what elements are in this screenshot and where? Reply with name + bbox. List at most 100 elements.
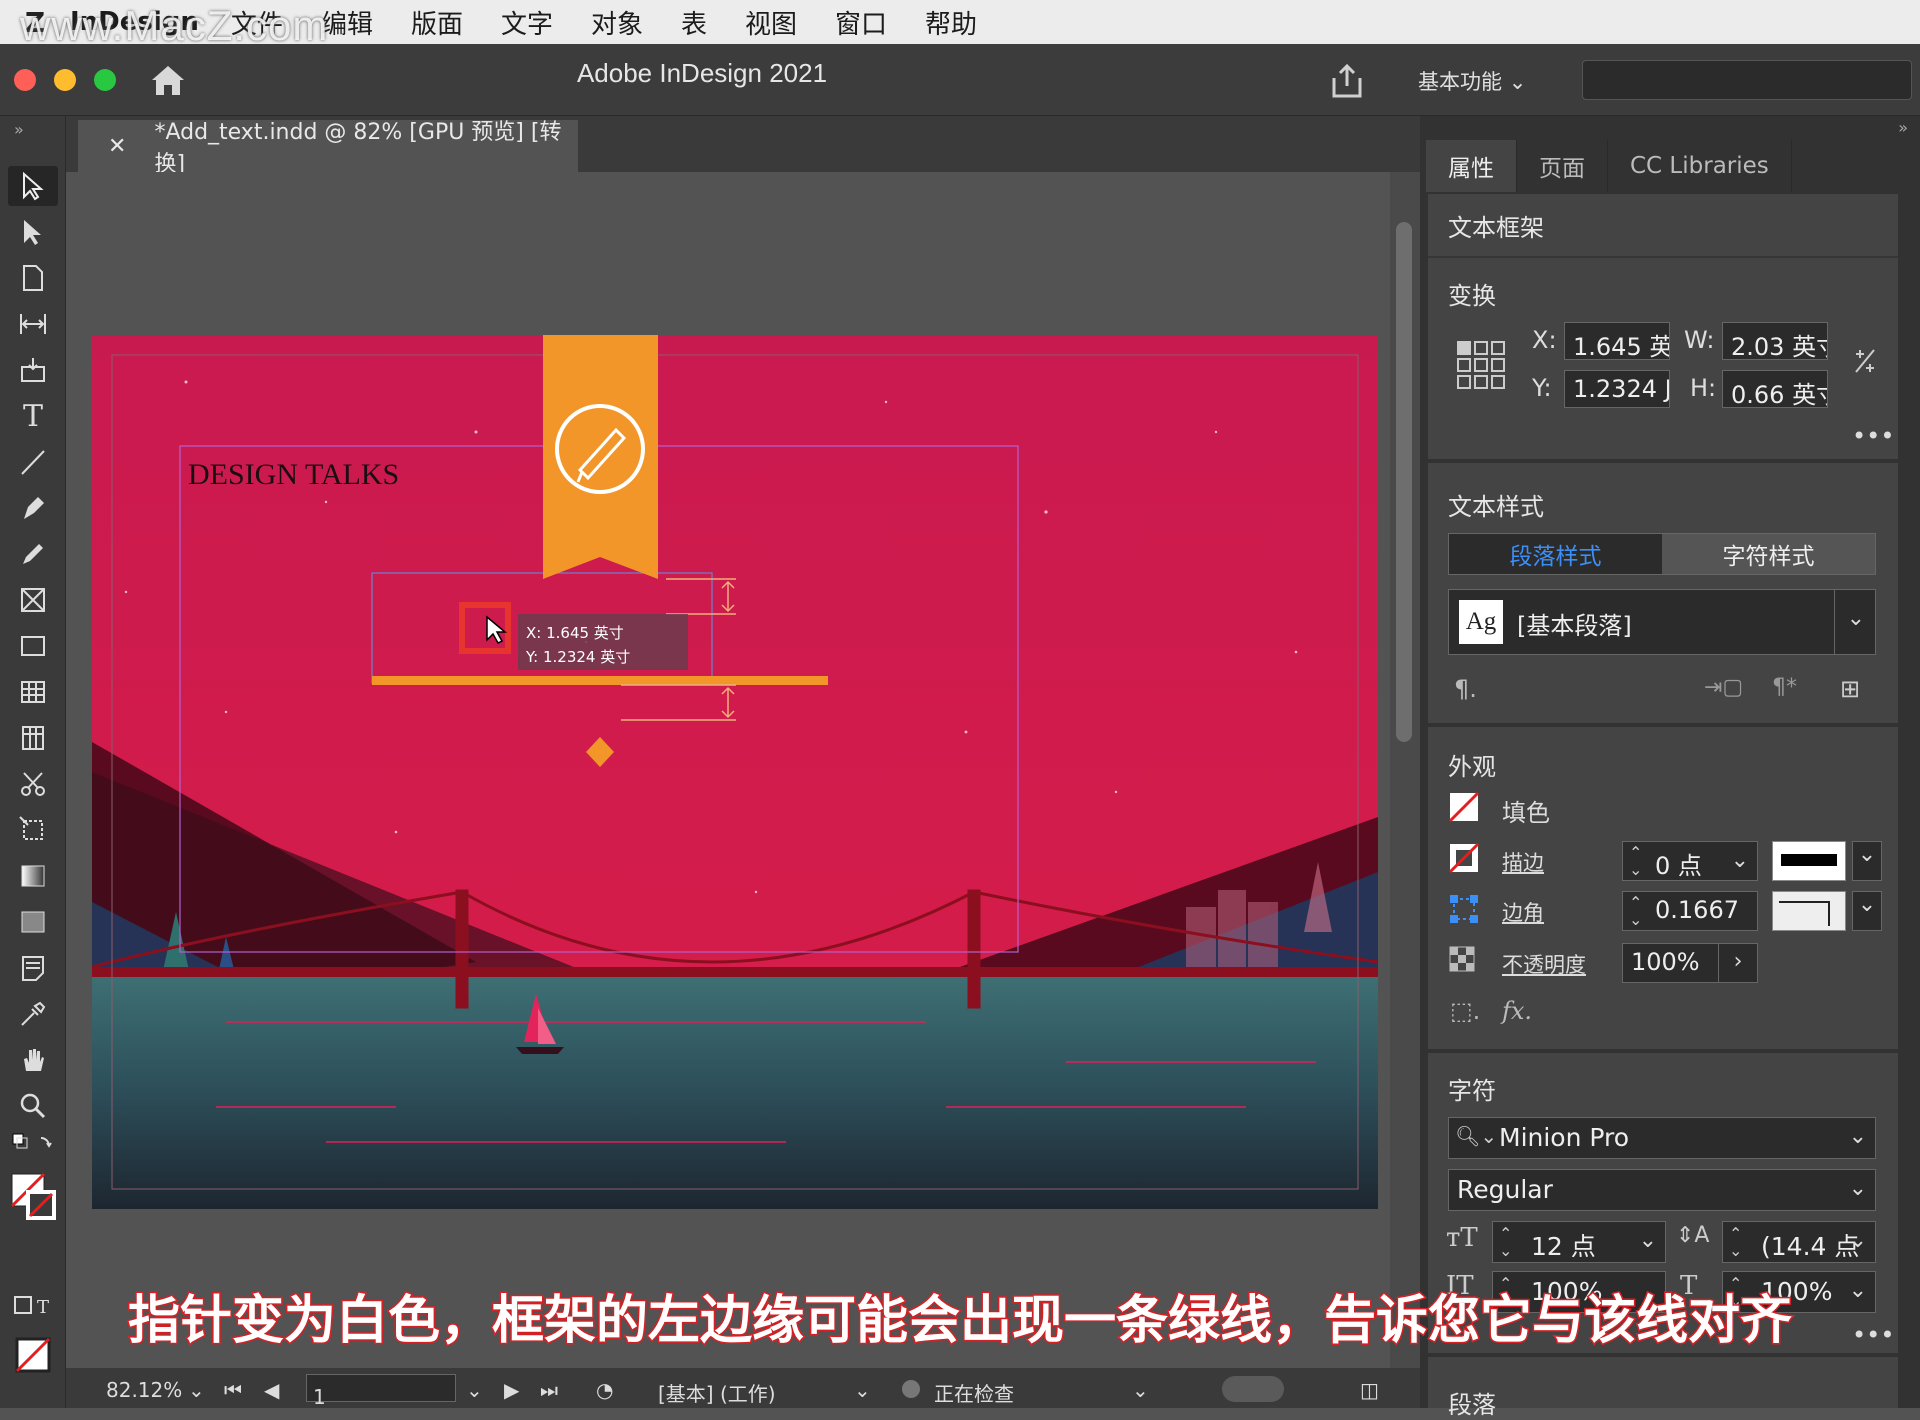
x-position-field[interactable]: 1.645 英 [1564,322,1670,360]
corner-shape-dropdown[interactable] [1772,891,1846,931]
tab-properties[interactable]: 属性 [1426,140,1517,192]
rectangle-frame-tool-icon[interactable] [8,580,58,620]
fill-stroke-swatch-icon[interactable] [8,1168,58,1228]
document-tab[interactable]: ✕ *Add_text.indd @ 82% [GPU 预览] [转换] [78,120,578,177]
type-tool-icon[interactable]: T [8,396,58,436]
fill-label[interactable]: 填色 [1502,793,1550,828]
menu-item-view[interactable]: 视图 [745,4,797,41]
new-style-icon[interactable]: ⊞ [1840,675,1860,703]
tab-pages[interactable]: 页面 [1517,140,1608,192]
first-page-icon[interactable]: ⏮ [224,1378,242,1402]
direct-selection-tool-icon[interactable] [8,212,58,252]
page-number-field[interactable]: 1 [306,1374,456,1409]
stepper-icon[interactable]: ⌃ ⌄ [1629,844,1642,878]
paragraph-mark-icon[interactable]: ¶. [1454,675,1477,703]
scissors-tool-icon[interactable] [8,764,58,804]
line-tool-icon[interactable] [8,442,58,482]
collapse-toolbar-icon[interactable]: » [14,120,24,139]
page-dropdown-icon[interactable]: ⌄ [466,1378,483,1402]
fx-button[interactable]: fx. [1502,997,1532,1025]
pen-tool-icon[interactable] [8,488,58,528]
preflight-dropdown-icon[interactable]: ⌄ [1132,1378,1149,1402]
reference-point-icon[interactable] [1456,340,1506,390]
stroke-swatch-icon[interactable] [1448,842,1480,874]
close-tab-icon[interactable]: ✕ [108,134,126,159]
collapse-panel-icon[interactable]: » [1898,118,1908,137]
load-styles-icon[interactable]: ⇥▢ [1704,675,1743,700]
font-size-field[interactable]: ⌃ ⌄ 12 点 ⌄ [1492,1221,1666,1263]
horizontal-scroll-thumb[interactable] [1222,1376,1284,1402]
gap-tool-icon[interactable] [8,304,58,344]
split-view-icon[interactable]: ◫ [1360,1378,1379,1402]
clear-overrides-icon[interactable]: ¶* [1772,675,1797,700]
chevron-right-icon[interactable]: › [1718,943,1758,983]
chevron-down-icon[interactable]: ⌄ [1852,891,1882,931]
share-icon[interactable] [1330,62,1364,100]
stroke-label[interactable]: 描边 [1502,847,1544,877]
chevron-down-icon[interactable]: ⌄ [1731,848,1749,873]
scrollbar-thumb[interactable] [1396,222,1412,742]
paragraph-style-dropdown[interactable]: Ag [基本段落] ⌄ [1448,589,1876,655]
content-collector-icon[interactable] [8,350,58,390]
constrain-proportions-icon[interactable] [1852,346,1878,376]
font-style-dropdown[interactable]: Regular ⌄ [1448,1169,1876,1211]
height-field[interactable]: 0.66 英寸 [1722,370,1828,408]
corner-options-icon[interactable] [1448,893,1480,925]
stroke-weight-field[interactable]: ⌃ ⌄ 0 点 ⌄ [1622,841,1758,881]
y-position-field[interactable]: 1.2324 J [1564,370,1670,408]
object-effects-icon[interactable]: ⬚. [1450,997,1480,1025]
chevron-down-icon[interactable]: ⌄ [1852,841,1882,881]
pencil-tool-icon[interactable] [8,534,58,574]
poster-headline[interactable]: DESIGN TALKS [188,458,399,491]
menu-item-help[interactable]: 帮助 [925,4,977,41]
stepper-icon[interactable]: ⌃ ⌄ [1499,1225,1512,1259]
menu-item-edit[interactable]: 编辑 [321,4,373,41]
width-field[interactable]: 2.03 英寸 [1722,322,1828,360]
last-page-icon[interactable]: ⏭ [540,1378,558,1402]
menu-item-object[interactable]: 对象 [591,4,643,41]
menu-item-window[interactable]: 窗口 [835,4,887,41]
workspace-switcher[interactable]: 基本功能 ⌄ [1418,66,1526,96]
title-text-frame[interactable]: DESIGN TALKS [188,458,399,491]
tab-cc-libraries[interactable]: CC Libraries [1608,140,1792,192]
document-canvas[interactable]: DESIGN TALKS X: 1.645 英寸 Y: 1.2324 英寸 [66,172,1390,1368]
previous-page-icon[interactable]: ◀ [264,1378,279,1402]
grid-tool-icon[interactable] [8,718,58,758]
artboard[interactable]: DESIGN TALKS X: 1.645 英寸 Y: 1.2324 英寸 [66,172,1390,1368]
next-page-icon[interactable]: ▶ [504,1378,519,1402]
rectangle-tool-icon[interactable] [8,626,58,666]
opacity-label[interactable]: 不透明度 [1502,949,1586,979]
gradient-feather-tool-icon[interactable] [8,902,58,942]
gradient-swatch-tool-icon[interactable] [8,856,58,896]
more-options-icon[interactable]: ••• [1852,422,1894,450]
master-label[interactable]: [基本] (工作) [658,1378,776,1407]
table-tool-icon[interactable] [8,672,58,712]
hand-tool-icon[interactable] [8,1040,58,1080]
note-tool-icon[interactable] [8,948,58,988]
eyedropper-tool-icon[interactable] [8,994,58,1034]
character-styles-tab[interactable]: 字符样式 [1662,534,1875,574]
page-icon[interactable]: ◔ [596,1378,613,1402]
search-input[interactable] [1582,60,1912,100]
preflight-label[interactable]: 正在检查 [934,1378,1014,1407]
corner-label[interactable]: 边角 [1502,897,1544,927]
stepper-icon[interactable]: ⌃ ⌄ [1629,894,1642,928]
font-family-dropdown[interactable]: 🔍︎⌄ Minion Pro ⌄ [1448,1117,1876,1159]
zoom-level[interactable]: 82.12% [106,1378,182,1402]
fill-swatch-icon[interactable] [1448,791,1480,823]
menu-item-type[interactable]: 文字 [501,4,553,41]
vertical-scrollbar[interactable] [1390,172,1420,1368]
menu-item-layout[interactable]: 版面 [411,4,463,41]
page-tool-icon[interactable] [8,258,58,298]
zoom-tool-icon[interactable] [8,1086,58,1126]
leading-field[interactable]: ⌃ ⌄ (14.4 点 ⌄ [1722,1221,1876,1263]
menu-item-table[interactable]: 表 [681,4,707,41]
selection-tool-icon[interactable] [8,166,58,206]
default-colors-icon[interactable] [8,1130,58,1160]
corner-size-field[interactable]: ⌃ ⌄ 0.1667 [1622,891,1758,931]
free-transform-tool-icon[interactable] [8,810,58,850]
stroke-type-dropdown[interactable] [1772,841,1846,881]
master-dropdown-icon[interactable]: ⌄ [854,1378,871,1402]
paragraph-styles-tab[interactable]: 段落样式 [1449,534,1662,574]
stepper-icon[interactable]: ⌃ ⌄ [1729,1225,1742,1259]
